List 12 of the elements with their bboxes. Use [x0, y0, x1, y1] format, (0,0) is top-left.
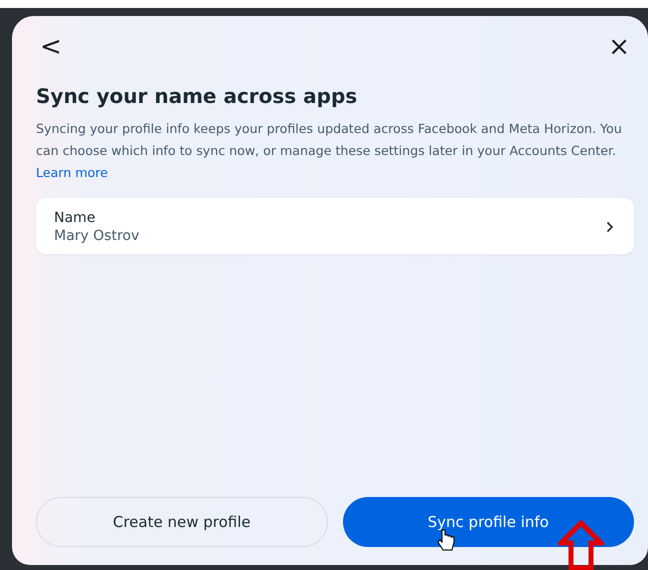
- field-label: Name: [54, 210, 96, 226]
- field-value: Mary Ostrov: [54, 228, 140, 244]
- dialog-title: Sync your name across apps: [36, 84, 358, 108]
- back-button[interactable]: <: [36, 34, 66, 60]
- description-text: Syncing your profile info keeps your profiles updated across Facebook and Meta Horizon. You can choose which info to sync now, or manage these settings later in your Accounts Center. Learn more: [36, 120, 623, 182]
- name-field-row[interactable]: Name Mary Ostrov: [36, 198, 634, 254]
- sync-button[interactable]: Sync profile info: [342, 497, 634, 547]
- up-arrow-annotation-icon: [558, 520, 604, 570]
- create-profile-button[interactable]: Create new profile: [36, 497, 328, 547]
- close-button[interactable]: ×: [604, 34, 634, 60]
- learn-more-link[interactable]: Learn more: [36, 165, 108, 180]
- chevron-icon: [606, 221, 614, 233]
